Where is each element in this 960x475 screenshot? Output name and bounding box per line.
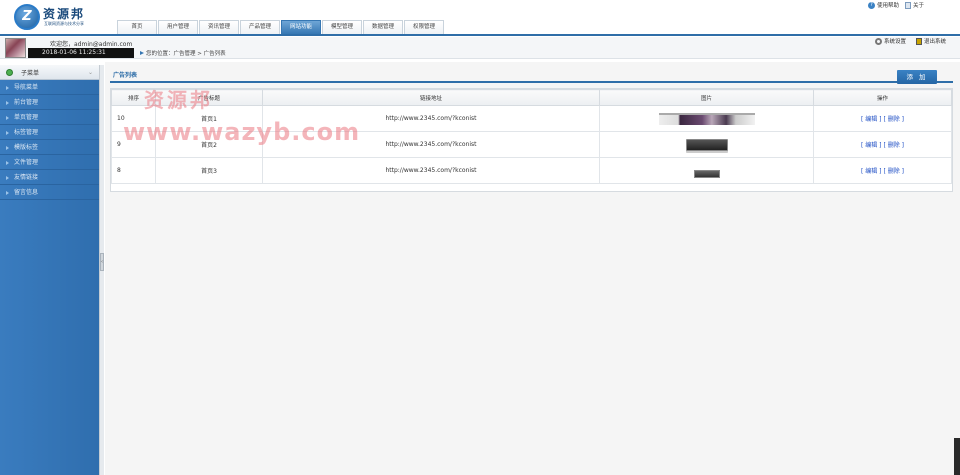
edit-link[interactable]: [ 编辑 ] bbox=[861, 168, 882, 175]
url-cell: http://www.2345.com/?kconist bbox=[262, 157, 600, 184]
watermark-logo-text: 资源邦 bbox=[144, 88, 213, 112]
table-header: 排序 广告标题 链接地址 图片 操作 bbox=[111, 89, 952, 106]
settings-link[interactable]: 系统设置 bbox=[874, 37, 906, 45]
sidebar-item-3[interactable]: 标签管理 bbox=[0, 125, 99, 140]
system-links: 系统设置 退出系统 bbox=[874, 37, 946, 45]
title-cell: 首页3 bbox=[155, 157, 263, 184]
help-icon: ? bbox=[867, 1, 875, 9]
sidebar-item-4[interactable]: 模版标签 bbox=[0, 140, 99, 155]
ad-thumbnail[interactable] bbox=[658, 112, 755, 125]
image-cell bbox=[599, 131, 814, 158]
logout-label: 退出系统 bbox=[923, 39, 946, 45]
settings-label: 系统设置 bbox=[883, 39, 906, 45]
breadcrumb-text: 您的位置：广告管理 > 广告列表 bbox=[146, 51, 226, 57]
sidebar-item-1[interactable]: 前台管理 bbox=[0, 95, 99, 110]
ad-thumbnail[interactable] bbox=[693, 169, 720, 178]
welcome-text: 欢迎您，admin@admin.com bbox=[50, 41, 133, 48]
chevron-down-icon: ⌄ bbox=[87, 69, 93, 76]
ad-thumbnail[interactable] bbox=[685, 138, 728, 151]
datetime-display: 2018-01-06 11:25:31 bbox=[28, 48, 134, 58]
sidebar: 子菜单 ⌄ 导航菜单 前台管理 单页管理 标签管理 模版标签 文件管理 友情链接 留言信息 bbox=[0, 65, 99, 475]
nav-tab-7[interactable]: 权限管理 bbox=[404, 20, 444, 34]
help-link[interactable]: ? 使用帮助 bbox=[867, 1, 899, 9]
gear-icon bbox=[874, 37, 882, 45]
delete-link[interactable]: [ 删除 ] bbox=[883, 142, 904, 149]
corner-widget[interactable] bbox=[954, 438, 960, 475]
nav-tab-0[interactable]: 首页 bbox=[117, 20, 157, 34]
actions-cell: [ 编辑 ] [ 删除 ] bbox=[813, 157, 952, 184]
delete-link[interactable]: [ 删除 ] bbox=[883, 168, 904, 175]
sort-cell: 8 bbox=[111, 157, 156, 184]
logo[interactable]: Z 资源邦 互联网资源与技术分享 bbox=[12, 3, 102, 31]
logo-subtitle: 互联网资源与技术分享 bbox=[44, 21, 84, 26]
sidebar-item-0[interactable]: 导航菜单 bbox=[0, 80, 99, 95]
nav-tab-5[interactable]: 模型管理 bbox=[322, 20, 362, 34]
column-header-4: 操作 bbox=[813, 89, 952, 106]
sidebar-item-6[interactable]: 友情链接 bbox=[0, 170, 99, 185]
nav-tab-2[interactable]: 资讯管理 bbox=[199, 20, 239, 34]
sidebar-item-7[interactable]: 留言信息 bbox=[0, 185, 99, 200]
collapse-handle[interactable]: ‹ bbox=[100, 253, 104, 271]
nav-tab-1[interactable]: 用户管理 bbox=[158, 20, 198, 34]
delete-link[interactable]: [ 删除 ] bbox=[883, 116, 904, 123]
image-cell bbox=[599, 157, 814, 184]
breadcrumb: 您的位置：广告管理 > 广告列表 bbox=[140, 49, 226, 57]
document-icon bbox=[904, 1, 911, 9]
edit-link[interactable]: [ 编辑 ] bbox=[861, 116, 882, 123]
main-nav: 首页 用户管理 资讯管理 产品管理 网站功能 模型管理 数据管理 权限管理 bbox=[117, 20, 445, 34]
exit-icon bbox=[915, 37, 922, 45]
tab-ad-list[interactable]: 广告列表 bbox=[113, 70, 137, 79]
actions-cell: [ 编辑 ] [ 删除 ] bbox=[813, 131, 952, 158]
sidebar-item-2[interactable]: 单页管理 bbox=[0, 110, 99, 125]
header: Z 资源邦 互联网资源与技术分享 首页 用户管理 资讯管理 产品管理 网站功能 模型管理数… bbox=[0, 0, 960, 36]
logo-mark: Z bbox=[14, 4, 40, 30]
about-label: 关于 bbox=[912, 3, 924, 9]
column-header-2: 链接地址 bbox=[262, 89, 600, 106]
top-links: ? 使用帮助 关于 bbox=[867, 1, 924, 9]
logout-link[interactable]: 退出系统 bbox=[915, 37, 946, 45]
tab-row: 广告列表 添 加 bbox=[110, 67, 953, 84]
sidebar-item-5[interactable]: 文件管理 bbox=[0, 155, 99, 170]
sidebar-header-label: 子菜单 bbox=[21, 69, 40, 77]
sidebar-menu: 导航菜单 前台管理 单页管理 标签管理 模版标签 文件管理 友情链接 留言信息 bbox=[0, 80, 99, 200]
nav-tab-4[interactable]: 网站功能 bbox=[281, 20, 321, 34]
about-link[interactable]: 关于 bbox=[904, 1, 924, 9]
help-label: 使用帮助 bbox=[876, 3, 899, 9]
arrow-right-icon bbox=[140, 51, 144, 55]
column-header-3: 图片 bbox=[599, 89, 814, 106]
nav-tab-3[interactable]: 产品管理 bbox=[240, 20, 280, 34]
avatar[interactable] bbox=[5, 38, 26, 58]
sidebar-header[interactable]: 子菜单 ⌄ bbox=[0, 65, 99, 80]
add-button[interactable]: 添 加 bbox=[897, 70, 937, 84]
logo-title: 资源邦 bbox=[43, 7, 86, 21]
table-row: 8 首页3 http://www.2345.com/?kconist [ 编辑 ] [… bbox=[111, 157, 952, 184]
watermark-url: www.wazyb.com bbox=[123, 118, 361, 146]
image-cell bbox=[599, 105, 814, 132]
edit-link[interactable]: [ 编辑 ] bbox=[861, 142, 882, 149]
actions-cell: [ 编辑 ] [ 删除 ] bbox=[813, 105, 952, 132]
sidebar-splitter[interactable]: ‹ bbox=[99, 65, 104, 475]
nav-tab-6[interactable]: 数据管理 bbox=[363, 20, 403, 34]
menu-icon bbox=[6, 68, 13, 76]
user-bar: 欢迎您，admin@admin.com 2018-01-06 11:25:31 … bbox=[0, 37, 960, 59]
